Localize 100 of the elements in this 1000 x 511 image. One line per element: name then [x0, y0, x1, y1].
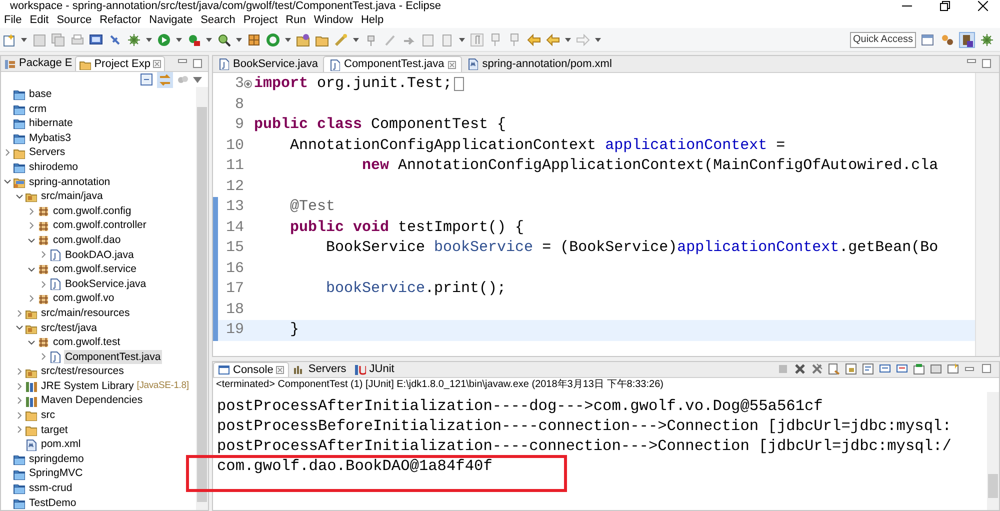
folded-code-box[interactable] — [454, 77, 464, 92]
dropdown-caret-icon[interactable] — [236, 38, 242, 42]
scrollbar[interactable] — [975, 73, 999, 356]
tree-item[interactable]: hibernate — [28, 116, 74, 131]
dropdown-caret-icon[interactable] — [459, 38, 465, 42]
code-line: @Test — [289, 197, 336, 217]
editor-tab[interactable]: ComponentTest.java — [323, 56, 462, 72]
expand-fold-icon[interactable] — [244, 80, 252, 88]
tree-item[interactable]: src/test/resources — [40, 364, 125, 379]
dropdown-caret-icon[interactable] — [146, 38, 152, 42]
debug-perspective-icon[interactable] — [980, 32, 994, 46]
show-error-icon[interactable] — [896, 363, 908, 375]
maximize-icon[interactable] — [981, 363, 993, 375]
remove-all-icon[interactable] — [811, 363, 823, 375]
tree-item[interactable]: Maven Dependencies — [40, 393, 144, 408]
maximize-icon[interactable] — [982, 59, 991, 68]
tree-item[interactable]: Servers — [28, 145, 66, 160]
remove-launch-icon[interactable] — [794, 363, 806, 375]
menu-item[interactable]: Project — [239, 12, 282, 28]
view-menu-icon[interactable] — [193, 76, 202, 82]
tree-item[interactable]: spring-annotation — [28, 174, 112, 190]
tree-item[interactable]: JRE System Library — [40, 378, 135, 394]
dropdown-caret-icon[interactable] — [353, 38, 359, 42]
dropdown-caret-icon[interactable] — [21, 38, 27, 42]
scroll-lock-icon[interactable] — [845, 363, 857, 375]
tree-item[interactable]: ssm-crud — [28, 481, 74, 496]
dropdown-caret-icon[interactable] — [285, 38, 291, 42]
folder-icon[interactable] — [296, 32, 310, 46]
dropdown-caret-icon[interactable] — [565, 38, 571, 42]
java-file-icon — [49, 350, 61, 363]
tree-item[interactable]: SpringMVC — [28, 466, 84, 482]
perspective-icon[interactable] — [921, 32, 935, 46]
menu-item[interactable]: Window — [310, 12, 357, 28]
menu-item[interactable]: Source — [52, 12, 96, 28]
tree-item[interactable]: target — [40, 422, 69, 438]
tree-item[interactable]: src/main/java — [40, 189, 104, 204]
menu-item[interactable]: Search — [196, 12, 240, 28]
scrollbar[interactable] — [987, 392, 999, 510]
dropdown-caret-icon[interactable] — [176, 38, 182, 42]
new-console-icon[interactable] — [947, 363, 959, 375]
tree-item[interactable]: crm — [28, 102, 48, 116]
tree-item[interactable]: com.gwolf.controller — [52, 218, 148, 233]
show-output-icon[interactable] — [879, 363, 891, 375]
clear-console-icon[interactable] — [828, 363, 840, 375]
library-icon — [25, 380, 37, 392]
editor-tab[interactable]: BookService.java — [213, 56, 323, 72]
tree-item[interactable]: com.gwolf.config — [52, 204, 132, 218]
menu-item[interactable]: Help — [356, 12, 388, 28]
tree-item[interactable]: com.gwolf.service — [52, 262, 138, 277]
tree-item[interactable]: BookService.java — [64, 276, 148, 292]
view-tab[interactable]: Project Exp — [75, 56, 166, 71]
pin-console-icon[interactable] — [913, 363, 925, 375]
menu-item[interactable]: Navigate — [145, 12, 197, 28]
dropdown-caret-icon[interactable] — [595, 38, 601, 42]
word-wrap-icon[interactable] — [862, 363, 874, 375]
maximize-icon[interactable] — [193, 59, 202, 68]
scrollbar[interactable] — [196, 87, 208, 510]
bug-icon[interactable] — [127, 32, 141, 46]
menu-item[interactable]: Run — [282, 12, 310, 28]
tree-item[interactable]: springdemo — [28, 452, 85, 466]
view-tab[interactable]: Package E — [1, 56, 76, 71]
menu-item[interactable]: Edit — [26, 12, 53, 28]
tree-item[interactable]: shirodemo — [28, 160, 80, 175]
tree-item[interactable]: src/test/java — [40, 320, 98, 336]
tree-item[interactable]: Mybatis3 — [28, 130, 72, 146]
menu-item[interactable]: Refactor — [96, 12, 146, 28]
display-console-icon[interactable] — [930, 363, 942, 375]
run-tool-icon[interactable] — [187, 32, 201, 46]
editor-tab[interactable]: spring-annotation/pom.xml — [462, 56, 617, 72]
java-ee-perspective-icon[interactable] — [940, 32, 954, 46]
java-perspective-icon[interactable] — [959, 32, 975, 48]
wand-icon[interactable] — [334, 32, 348, 46]
tree-item[interactable]: ComponentTest.java — [64, 350, 162, 364]
back-icon[interactable] — [527, 32, 541, 46]
tree-item[interactable]: com.gwolf.vo — [52, 291, 116, 306]
view-tab[interactable]: JUnit — [350, 362, 398, 377]
view-tab[interactable]: Servers — [289, 362, 350, 377]
tree-item[interactable]: base — [28, 87, 53, 102]
tree-item[interactable]: com.gwolf.test — [52, 335, 122, 350]
run-icon[interactable] — [157, 32, 171, 46]
code-line: public void testImport() { — [289, 218, 524, 238]
view-tab[interactable]: Console — [213, 362, 290, 377]
quick-access-field[interactable]: Quick Access — [850, 32, 916, 48]
tree-item[interactable]: BookDAO.java — [64, 248, 135, 262]
search-icon[interactable] — [217, 32, 231, 46]
tree-item[interactable]: pom.xml — [40, 437, 82, 452]
line-number: 15 — [224, 238, 244, 258]
menu-item[interactable]: File — [0, 12, 26, 28]
new-icon[interactable] — [2, 32, 16, 46]
tree-item[interactable]: src/main/resources — [40, 306, 131, 320]
collapse-all-icon[interactable] — [140, 73, 153, 86]
tree-item[interactable]: src — [40, 408, 56, 423]
restore-icon[interactable] — [940, 1, 950, 11]
dropdown-caret-icon[interactable] — [206, 38, 212, 42]
terminal-icon[interactable] — [89, 32, 103, 46]
close-icon[interactable] — [978, 1, 988, 11]
tree-item[interactable]: TestDemo — [28, 496, 78, 510]
tree-item[interactable]: com.gwolf.dao — [52, 232, 122, 248]
package-icon[interactable] — [247, 32, 261, 46]
back-icon[interactable] — [546, 32, 560, 46]
